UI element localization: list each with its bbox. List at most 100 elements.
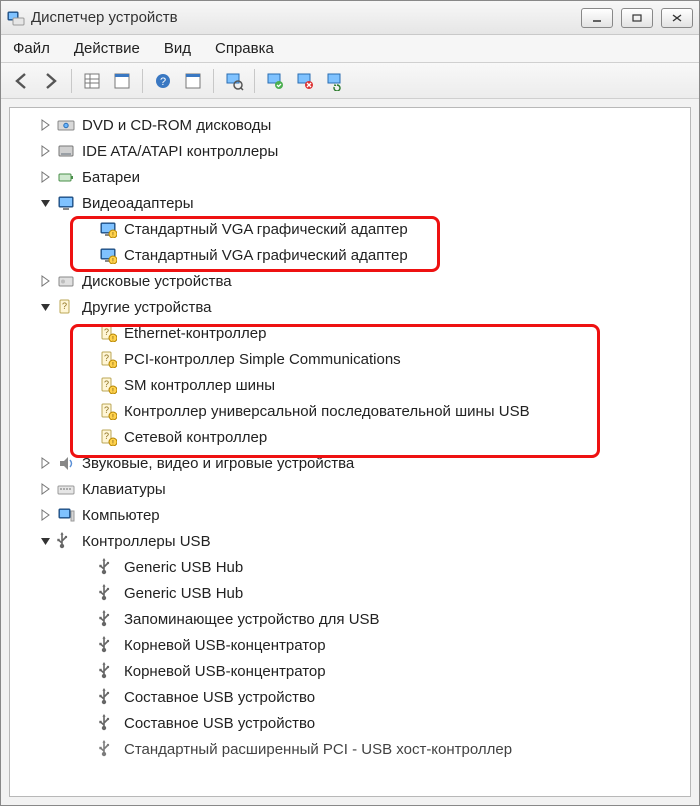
- tree-item-ethernet[interactable]: Ethernet-контроллер: [10, 320, 690, 346]
- monitor-icon: [56, 193, 76, 213]
- ide-icon: [56, 141, 76, 161]
- tree-item-dvd[interactable]: DVD и CD-ROM дисководы: [10, 112, 690, 138]
- usb-icon: [56, 531, 76, 551]
- tree-label: SM контроллер шины: [124, 377, 275, 394]
- tree-item-vga1[interactable]: Стандартный VGA графический адаптер: [10, 216, 690, 242]
- usb-icon: [98, 557, 118, 577]
- toolbar-enable-button[interactable]: [261, 67, 289, 95]
- menu-view[interactable]: Вид: [164, 40, 191, 57]
- window-title: Диспетчер устройств: [31, 9, 575, 26]
- expander-icon[interactable]: [40, 535, 52, 547]
- expander-icon[interactable]: [40, 119, 52, 131]
- monitor-warning-icon: [98, 245, 118, 265]
- tree-item-pci-host[interactable]: Стандартный расширенный PCI - USB хост-к…: [10, 736, 690, 762]
- app-icon: [7, 9, 25, 27]
- tree-item-root-hub-2[interactable]: Корневой USB-концентратор: [10, 658, 690, 684]
- toolbar-forward-button[interactable]: [37, 67, 65, 95]
- unknown-warning-icon: [98, 349, 118, 369]
- unknown-warning-icon: [98, 375, 118, 395]
- expander-icon[interactable]: [40, 457, 52, 469]
- tree-item-keyboard[interactable]: Клавиатуры: [10, 476, 690, 502]
- toolbar-separator: [213, 69, 214, 93]
- tree-label: Generic USB Hub: [124, 559, 243, 576]
- tree-label: Составное USB устройство: [124, 689, 315, 706]
- window-buttons: [581, 8, 693, 28]
- tree-item-video[interactable]: Видеоадаптеры: [10, 190, 690, 216]
- maximize-button[interactable]: [621, 8, 653, 28]
- sound-icon: [56, 453, 76, 473]
- tree-item-disks[interactable]: Дисковые устройства: [10, 268, 690, 294]
- tree-label: Контроллеры USB: [82, 533, 211, 550]
- expander-icon[interactable]: [40, 171, 52, 183]
- tree-label: Видеоадаптеры: [82, 195, 194, 212]
- tree-item-usbuniv[interactable]: Контроллер универсальной последовательно…: [10, 398, 690, 424]
- tree-label: Стандартный VGA графический адаптер: [124, 247, 408, 264]
- expander-icon[interactable]: [40, 145, 52, 157]
- tree-item-generic-hub-1[interactable]: Generic USB Hub: [10, 554, 690, 580]
- tree-label: Стандартный расширенный PCI - USB хост-к…: [124, 741, 512, 758]
- tree-label: PCI-контроллер Simple Communications: [124, 351, 401, 368]
- tree-item-composite-1[interactable]: Составное USB устройство: [10, 684, 690, 710]
- minimize-button[interactable]: [581, 8, 613, 28]
- tree-item-sm[interactable]: SM контроллер шины: [10, 372, 690, 398]
- tree-label: Звуковые, видео и игровые устройства: [82, 455, 354, 472]
- toolbar-separator: [142, 69, 143, 93]
- toolbar-update-button[interactable]: [321, 67, 349, 95]
- tree-label: Дисковые устройства: [82, 273, 232, 290]
- keyboard-icon: [56, 479, 76, 499]
- device-tree[interactable]: DVD и CD-ROM дисководы IDE ATA/ATAPI кон…: [9, 107, 691, 797]
- tree-label: Батареи: [82, 169, 140, 186]
- toolbar-properties-button[interactable]: [108, 67, 136, 95]
- tree-item-usb-storage[interactable]: Запоминающее устройство для USB: [10, 606, 690, 632]
- tree-label: Сетевой контроллер: [124, 429, 267, 446]
- tree-item-other[interactable]: Другие устройства: [10, 294, 690, 320]
- tree-label: Стандартный VGA графический адаптер: [124, 221, 408, 238]
- tree-item-usbctl[interactable]: Контроллеры USB: [10, 528, 690, 554]
- toolbar-disable-button[interactable]: [291, 67, 319, 95]
- expander-icon[interactable]: [40, 275, 52, 287]
- title-bar: Диспетчер устройств: [1, 1, 699, 35]
- toolbar-grid-button[interactable]: [78, 67, 106, 95]
- tree-item-vga2[interactable]: Стандартный VGA графический адаптер: [10, 242, 690, 268]
- tree-item-root-hub-1[interactable]: Корневой USB-концентратор: [10, 632, 690, 658]
- tree-item-battery[interactable]: Батареи: [10, 164, 690, 190]
- unknown-warning-icon: [98, 401, 118, 421]
- tree-item-generic-hub-2[interactable]: Generic USB Hub: [10, 580, 690, 606]
- computer-icon: [56, 505, 76, 525]
- toolbar-props2-button[interactable]: [179, 67, 207, 95]
- usb-icon: [98, 635, 118, 655]
- close-button[interactable]: [661, 8, 693, 28]
- tree-item-sound[interactable]: Звуковые, видео и игровые устройства: [10, 450, 690, 476]
- menu-action[interactable]: Действие: [74, 40, 140, 57]
- tree-item-computer[interactable]: Компьютер: [10, 502, 690, 528]
- disk-icon: [56, 271, 76, 291]
- toolbar-help-button[interactable]: [149, 67, 177, 95]
- monitor-warning-icon: [98, 219, 118, 239]
- usb-icon: [98, 583, 118, 603]
- toolbar-back-button[interactable]: [7, 67, 35, 95]
- toolbar-scan-button[interactable]: [220, 67, 248, 95]
- expander-icon[interactable]: [40, 483, 52, 495]
- tree-item-composite-2[interactable]: Составное USB устройство: [10, 710, 690, 736]
- battery-icon: [56, 167, 76, 187]
- expander-icon[interactable]: [40, 197, 52, 209]
- menu-help[interactable]: Справка: [215, 40, 274, 57]
- tree-label: Ethernet-контроллер: [124, 325, 266, 342]
- usb-icon: [98, 661, 118, 681]
- usb-icon: [98, 609, 118, 629]
- menu-bar: Файл Действие Вид Справка: [1, 35, 699, 63]
- tree-item-pci[interactable]: PCI-контроллер Simple Communications: [10, 346, 690, 372]
- tree-label: Клавиатуры: [82, 481, 166, 498]
- dvd-icon: [56, 115, 76, 135]
- toolbar: [1, 63, 699, 99]
- usb-icon: [98, 739, 118, 759]
- tree-item-netctl[interactable]: Сетевой контроллер: [10, 424, 690, 450]
- menu-file[interactable]: Файл: [13, 40, 50, 57]
- toolbar-separator: [71, 69, 72, 93]
- expander-icon[interactable]: [40, 509, 52, 521]
- unknown-warning-icon: [98, 323, 118, 343]
- tree-item-ide[interactable]: IDE ATA/ATAPI контроллеры: [10, 138, 690, 164]
- tree-label: Компьютер: [82, 507, 160, 524]
- tree-label: Контроллер универсальной последовательно…: [124, 403, 530, 420]
- expander-icon[interactable]: [40, 301, 52, 313]
